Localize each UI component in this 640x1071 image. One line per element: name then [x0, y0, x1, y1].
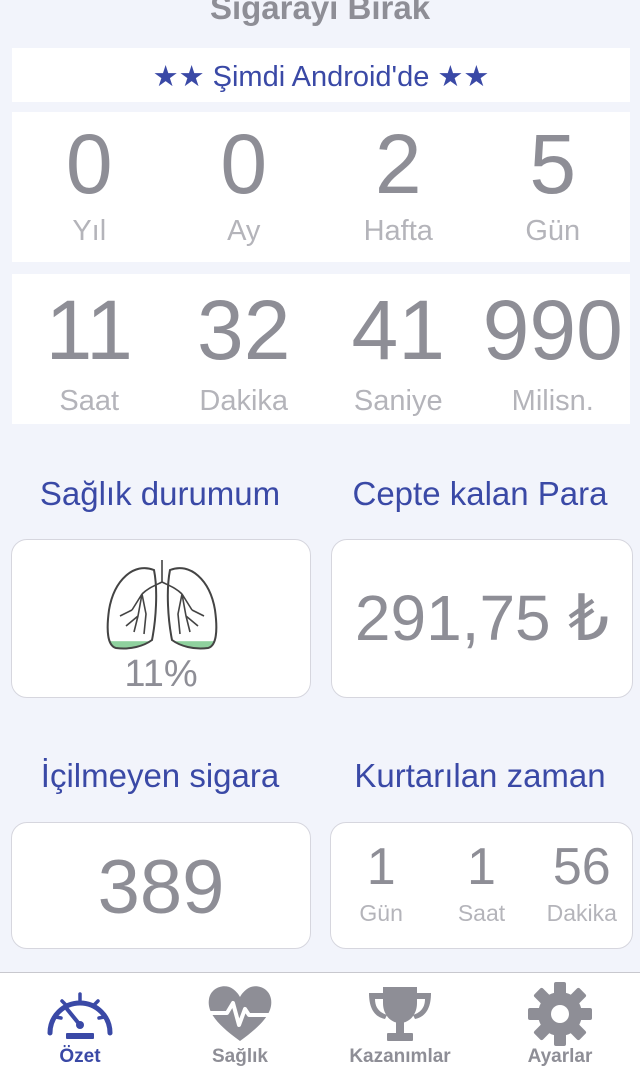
- tab-health[interactable]: Sağlık: [160, 973, 320, 1071]
- timer-value: 0: [220, 117, 268, 211]
- timer-value: 11: [45, 283, 133, 377]
- money-card[interactable]: 291,75 ₺: [331, 539, 633, 698]
- health-card[interactable]: 11%: [11, 539, 311, 698]
- saved-value: 1: [366, 838, 396, 896]
- timer-label: Hafta: [363, 215, 433, 247]
- tab-label: Kazanımlar: [349, 1046, 451, 1067]
- timer-years: 0 Yıl: [12, 112, 167, 262]
- timer-label: Dakika: [199, 385, 289, 417]
- timer-value: 5: [529, 117, 577, 211]
- saved-value: 1: [467, 838, 496, 896]
- tab-label: Özet: [59, 1046, 101, 1067]
- money-value: 291,75 ₺: [354, 582, 610, 654]
- lungs-icon: [104, 560, 220, 656]
- app-title: Sigarayı Bırak: [209, 0, 431, 26]
- timer-value: 32: [197, 283, 291, 377]
- heartbeat-icon: [205, 981, 275, 1047]
- android-promo-banner[interactable]: ★★ Şimdi Android'de ★★: [12, 48, 630, 102]
- timer-label: Gün: [525, 215, 581, 247]
- timer-hours: 11 Saat: [12, 274, 167, 424]
- timer-label: Milisn.: [511, 385, 594, 417]
- speedometer-icon: [45, 981, 115, 1047]
- timer-row-time: 11 Saat 32 Dakika 41 Saniye 990 Milisn.: [12, 274, 630, 424]
- gear-icon: [525, 981, 595, 1047]
- health-section-title: Sağlık durumum: [39, 475, 281, 512]
- timer-value: 41: [351, 283, 445, 377]
- timer-minutes: 32 Dakika: [167, 274, 322, 424]
- tab-settings[interactable]: Ayarlar: [480, 973, 640, 1071]
- saved-label: Dakika: [546, 900, 617, 926]
- timer-label: Yıl: [72, 215, 107, 247]
- trophy-icon: [365, 981, 435, 1047]
- saved-label: Gün: [359, 900, 403, 926]
- tab-achievements[interactable]: Kazanımlar: [320, 973, 480, 1071]
- timer-months: 0 Ay: [167, 112, 322, 262]
- cigarettes-value: 389: [97, 845, 225, 930]
- saved-time-card[interactable]: 1 Gün 1 Saat 56 Dakika: [330, 822, 633, 949]
- saved-value: 56: [552, 838, 611, 896]
- saved-time-grid: 1 Gün 1 Saat 56 Dakika: [331, 823, 632, 948]
- timer-days: 5 Gün: [476, 112, 631, 262]
- timer-row-date: 0 Yıl 0 Ay 2 Hafta 5 Gün: [12, 112, 630, 262]
- timer-milliseconds: 990 Milisn.: [476, 274, 631, 424]
- money-section-title: Cepte kalan Para: [352, 475, 608, 512]
- timer-label: Ay: [227, 215, 261, 247]
- saved-label: Saat: [457, 900, 506, 926]
- saved-time-section-title: Kurtarılan zaman: [354, 757, 606, 794]
- tab-overview[interactable]: Özet: [0, 973, 160, 1071]
- health-percent: 11%: [124, 653, 198, 695]
- saved-hours: 1 Saat: [431, 823, 531, 948]
- timer-value: 990: [482, 283, 623, 377]
- timer-value: 0: [65, 117, 113, 211]
- cigarettes-card[interactable]: 389: [11, 822, 311, 949]
- timer-value: 2: [374, 117, 422, 211]
- tab-bar: Özet Sağlık Kazanımlar Ayarlar: [0, 972, 640, 1071]
- timer-label: Saniye: [353, 385, 443, 417]
- cigarettes-section-title: İçilmeyen sigara: [40, 757, 280, 794]
- timer-weeks: 2 Hafta: [321, 112, 476, 262]
- timer-seconds: 41 Saniye: [321, 274, 476, 424]
- timer-label: Saat: [59, 385, 120, 417]
- tab-label: Ayarlar: [527, 1046, 593, 1067]
- tab-label: Sağlık: [212, 1046, 268, 1067]
- saved-days: 1 Gün: [331, 823, 431, 948]
- saved-minutes: 56 Dakika: [532, 823, 632, 948]
